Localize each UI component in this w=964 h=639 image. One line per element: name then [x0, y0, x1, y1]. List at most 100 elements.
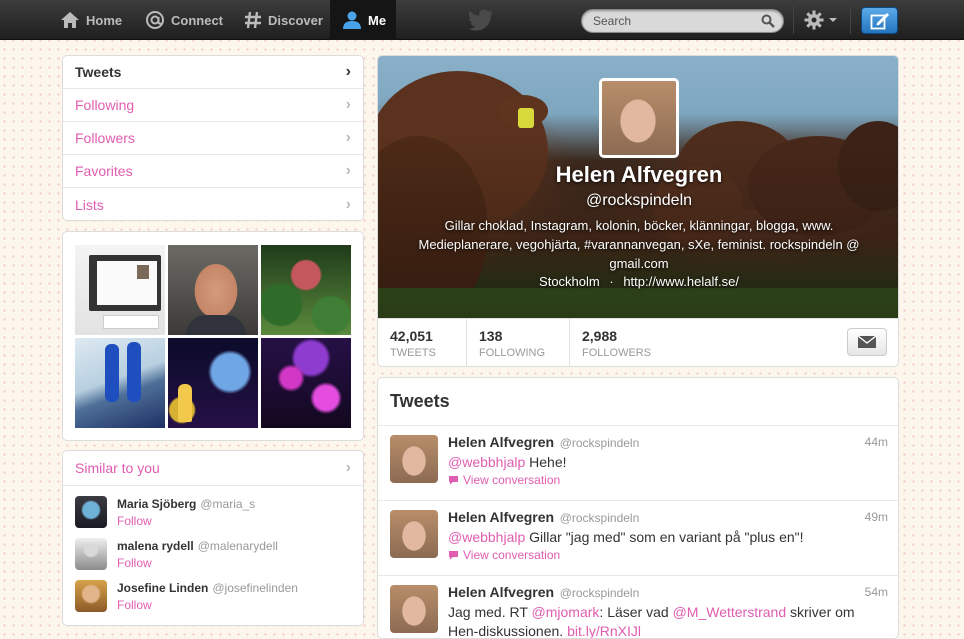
tweet-body: Jag med. RT — [448, 604, 532, 620]
user-handle: @josefinelinden — [212, 581, 298, 595]
nav-discover[interactable]: Discover — [244, 0, 323, 40]
profile-stats: 42,051 TWEETS 138 FOLLOWING 2,988 FOLLOW… — [378, 318, 898, 366]
tweet-timestamp[interactable]: 54m — [865, 585, 888, 599]
tweet-author-handle: @rockspindeln — [559, 436, 640, 450]
follow-link[interactable]: Follow — [117, 556, 278, 570]
nav-connect-label: Connect — [171, 12, 223, 28]
tweet-item[interactable]: Helen Alfvegren @rockspindeln 49m @webbh… — [378, 501, 898, 576]
settings-menu[interactable] — [804, 10, 838, 30]
stat-value: 2,988 — [582, 328, 618, 344]
tweet-author-name[interactable]: Helen Alfvegren — [448, 434, 554, 450]
topbar-divider — [793, 6, 794, 34]
nav-link-label: Tweets — [75, 64, 122, 80]
person-icon — [343, 11, 361, 29]
stat-followers[interactable]: 2,988 FOLLOWERS — [569, 319, 679, 366]
stat-value: 42,051 — [390, 328, 433, 344]
stat-label: FOLLOWERS — [582, 347, 652, 359]
user-name[interactable]: malena rydell — [117, 539, 194, 553]
profile-location-line: Stockholm · http://www.helalf.se/ — [378, 274, 898, 289]
stat-label: TWEETS — [390, 347, 436, 359]
chevron-right-icon: › — [345, 63, 351, 80]
home-icon — [61, 12, 79, 28]
media-thumbnail[interactable] — [168, 245, 258, 335]
tweet-header: Helen Alfvegren @rockspindeln — [448, 434, 639, 450]
nav-link-label: Following — [75, 97, 135, 113]
search-input[interactable] — [593, 13, 753, 29]
profile-nav-following[interactable]: Following › — [63, 89, 363, 122]
search-icon[interactable] — [761, 14, 775, 28]
nav-home[interactable]: Home — [60, 0, 122, 40]
envelope-icon — [857, 335, 877, 348]
url-link[interactable]: bit.ly/RnXIJl — [567, 623, 641, 638]
chevron-right-icon: › — [345, 162, 351, 179]
mention-link[interactable]: @webbhjalp — [448, 454, 525, 470]
profile-header-card: Helen Alfvegren @rockspindeln Gillar cho… — [377, 55, 899, 367]
view-conversation-link[interactable]: View conversation — [448, 473, 560, 487]
tweet-item[interactable]: Helen Alfvegren @rockspindeln 54m Jag me… — [378, 576, 898, 639]
mention-link[interactable]: @webbhjalp — [448, 529, 525, 545]
chevron-right-icon: › — [345, 459, 351, 476]
nav-link-label: Followers — [75, 130, 135, 146]
profile-nav-followers[interactable]: Followers › — [63, 122, 363, 155]
tweet-author-handle: @rockspindeln — [559, 511, 640, 525]
profile-nav-tweets[interactable]: Tweets › — [63, 56, 363, 89]
similar-to-you-header[interactable]: Similar to you › — [63, 451, 363, 486]
direct-message-button[interactable] — [847, 328, 887, 356]
user-name[interactable]: Josefine Linden — [117, 581, 208, 595]
media-thumbnail[interactable] — [75, 245, 165, 335]
avatar[interactable] — [390, 435, 438, 483]
speech-bubble-icon — [449, 551, 458, 560]
avatar[interactable] — [75, 538, 107, 570]
stat-value: 138 — [479, 328, 503, 344]
profile-name: Helen Alfvegren — [555, 162, 723, 187]
similar-to-you-card: Similar to you › Maria Sjöberg @maria_s F… — [62, 450, 364, 626]
user-handle: @malenarydell — [197, 539, 278, 553]
tweet-text: @webbhjalp Gillar "jag med" som en varia… — [448, 528, 888, 547]
follow-link[interactable]: Follow — [117, 598, 298, 612]
profile-nav-favorites[interactable]: Favorites › — [63, 155, 363, 188]
profile-avatar[interactable] — [599, 78, 679, 158]
compose-tweet-button[interactable] — [861, 7, 898, 34]
nav-me-label: Me — [368, 12, 387, 28]
nav-me[interactable]: Me — [330, 0, 396, 40]
mention-link[interactable]: @mjomark — [532, 604, 600, 620]
search-box[interactable] — [581, 9, 784, 33]
tweet-body: : Läser vad — [599, 604, 673, 620]
user-name[interactable]: Maria Sjöberg — [117, 497, 196, 511]
similar-user-row: Josefine Linden @josefinelinden Follow — [75, 580, 298, 614]
avatar[interactable] — [390, 585, 438, 633]
nav-home-label: Home — [86, 12, 123, 28]
tweet-timestamp[interactable]: 49m — [865, 510, 888, 524]
tweet-item[interactable]: Helen Alfvegren @rockspindeln 44m @webbh… — [378, 426, 898, 501]
avatar[interactable] — [75, 496, 107, 528]
view-conversation-link[interactable]: View conversation — [448, 548, 560, 562]
tweets-heading: Tweets — [378, 378, 898, 426]
gear-icon — [804, 10, 824, 30]
tweet-timestamp[interactable]: 44m — [865, 435, 888, 449]
tweets-stream-card: Tweets Helen Alfvegren @rockspindeln 44m… — [377, 377, 899, 639]
avatar[interactable] — [75, 580, 107, 612]
media-thumbnail[interactable] — [261, 338, 351, 428]
tweet-author-name[interactable]: Helen Alfvegren — [448, 509, 554, 525]
tweet-author-name[interactable]: Helen Alfvegren — [448, 584, 554, 600]
nav-connect[interactable]: Connect — [145, 0, 223, 40]
topbar-divider — [850, 6, 851, 34]
mention-link[interactable]: @M_Wetterstrand — [673, 604, 787, 620]
media-thumbnail[interactable] — [261, 245, 351, 335]
stat-tweets[interactable]: 42,051 TWEETS — [378, 319, 466, 366]
tweet-body: Hen-diskussionen. — [448, 623, 568, 639]
nav-discover-label: Discover — [268, 12, 323, 28]
media-thumbnail[interactable] — [168, 338, 258, 428]
avatar[interactable] — [390, 510, 438, 558]
profile-bio: Gillar choklad, Instagram, kolonin, böck… — [418, 218, 860, 271]
chevron-down-icon — [829, 18, 837, 22]
stat-following[interactable]: 138 FOLLOWING — [466, 319, 569, 366]
media-thumbnail[interactable] — [75, 338, 165, 428]
follow-link[interactable]: Follow — [117, 514, 255, 528]
compose-icon — [870, 12, 889, 29]
profile-url[interactable]: http://www.helalf.se/ — [623, 274, 739, 289]
chevron-right-icon: › — [345, 129, 351, 146]
profile-location: Stockholm — [539, 274, 600, 289]
media-grid — [75, 245, 351, 428]
profile-nav-lists[interactable]: Lists › — [63, 188, 363, 220]
